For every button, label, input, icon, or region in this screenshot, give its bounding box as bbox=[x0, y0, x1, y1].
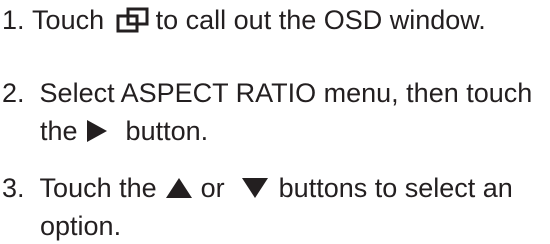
instructions-list: 1. Touch to call out the OSD window. 2. … bbox=[0, 0, 550, 244]
step-1-text-after: to call out the OSD window. bbox=[155, 5, 486, 35]
step-3-number: 3. bbox=[2, 173, 25, 203]
step-3-text-before: Touch the bbox=[39, 173, 157, 203]
step-3-text-line2: option. bbox=[40, 211, 122, 241]
step-1-number: 1. bbox=[2, 5, 25, 35]
triangle-down-icon bbox=[241, 177, 269, 199]
step-2-text-before: the bbox=[40, 116, 78, 146]
step-3-line-2: option. bbox=[40, 210, 121, 242]
triangle-right-icon bbox=[86, 119, 108, 143]
step-2-line-2: the button. bbox=[40, 115, 208, 147]
triangle-up-icon bbox=[165, 177, 193, 199]
step-1-text-before: Touch bbox=[32, 5, 105, 35]
step-2-number: 2. bbox=[2, 78, 25, 108]
step-3-text-after: buttons to select an bbox=[278, 173, 513, 203]
step-3-line-1: 3. Touch the or buttons to select an bbox=[2, 172, 513, 204]
step-2-line-1: 2. Select ASPECT RATIO menu, then touch bbox=[2, 77, 532, 109]
step-1-line: 1. Touch to call out the OSD window. bbox=[2, 4, 486, 36]
step-2-text-after: button. bbox=[125, 116, 209, 146]
step-2-text: Select ASPECT RATIO menu, then touch bbox=[39, 78, 533, 108]
step-3-text-middle: or bbox=[200, 173, 225, 203]
menu-squares-icon bbox=[116, 7, 150, 33]
